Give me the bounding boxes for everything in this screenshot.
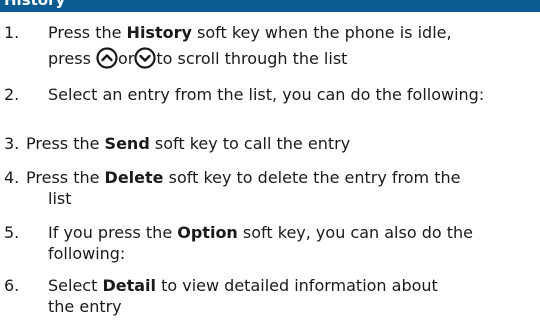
step-text-post: soft key to delete the entry from the [163,168,461,187]
step-number: 6. [4,276,20,295]
step-text-post: soft key, you can also do the [237,223,473,242]
step-number: 3. [4,134,20,153]
softkey-name-send: Send [104,134,150,153]
step-text-press: press [48,49,96,68]
step-text-pre: Select [48,276,103,295]
step-text-scroll: to scroll through the list [156,49,348,68]
softkey-name-option: Option [177,223,238,242]
step-text: Press the History soft key when the phon… [48,22,533,69]
step-text-continued: list [48,189,72,208]
step-text-pre: Press the [26,168,105,187]
softkey-name-history: History [126,23,192,42]
scroll-down-icon [134,47,156,69]
step-text: Press the Delete soft key to delete the … [26,167,533,209]
scroll-up-icon [96,47,118,69]
section-header-bar: History [0,0,540,12]
step-text: If you press the Option soft key, you ca… [48,222,533,264]
step-text-continued: following: [48,244,126,263]
step-text-continued: the entry [48,297,122,316]
step-number: 5. [4,223,20,242]
step-text: Press the Send soft key to call the entr… [26,133,533,154]
step-number: 1. [4,23,20,42]
step-text-pre: If you press the [48,223,178,242]
step-line-2: press or to scroll through the list [48,47,533,69]
step-text-post: to view detailed information about [156,276,438,295]
section-title: History [4,0,66,9]
step-text-or: or [117,49,135,68]
step-number: 2. [4,85,20,104]
step-text-pre: Press the [48,23,127,42]
menu-item-name-detail: Detail [102,276,156,295]
step-text: Select an entry from the list, you can d… [48,85,485,104]
step-text-post: soft key when the phone is idle, [191,23,452,42]
step-text-pre: Press the [26,134,105,153]
softkey-name-delete: Delete [104,168,164,187]
step-text: Select Detail to view detailed informati… [48,275,533,317]
step-number: 4. [4,168,20,187]
step-text-post: soft key to call the entry [149,134,351,153]
